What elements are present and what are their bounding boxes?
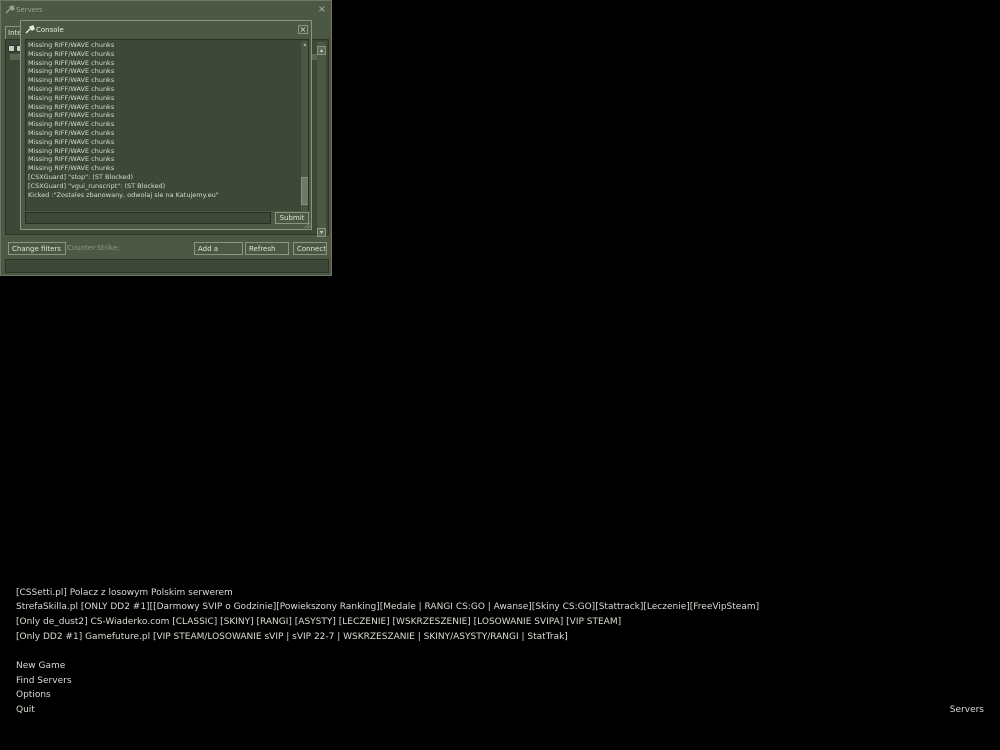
console-line: [CSXGuard] "vgui_runscript": (ST Blocked… [28, 181, 166, 190]
steam-wrench-icon [5, 5, 15, 14]
server-list-scrollbar[interactable]: ▴ ▾ [317, 42, 326, 237]
console-line: Kicked :"Zostales zbanowany, odwolaj sie… [28, 190, 219, 199]
console-line: [CSXGuard] "stop": (ST Blocked) [28, 172, 134, 181]
lock-column-icon [8, 45, 15, 52]
close-icon[interactable]: × [318, 1, 326, 19]
resize-grip-icon[interactable] [304, 222, 310, 228]
quick-server-link-1[interactable]: [CSSetti.pl] Polacz z losowym Polskim se… [16, 587, 233, 599]
change-filters-button[interactable]: Change filters [8, 242, 66, 255]
filter-summary: Counter-Strike; [67, 244, 120, 252]
menu-options[interactable]: Options [16, 689, 51, 701]
servers-title-bar[interactable]: Servers × [1, 1, 331, 19]
console-lines: Missing RIFF/WAVE chunks Missing RIFF/WAV… [28, 41, 296, 199]
console-output[interactable]: Missing RIFF/WAVE chunks Missing RIFF/WAV… [25, 39, 309, 227]
console-scrollbar[interactable]: ▴ ▾ [301, 41, 308, 226]
scroll-up-icon[interactable]: ▴ [317, 46, 326, 55]
menu-find-servers[interactable]: Find Servers [16, 675, 72, 687]
console-line: Missing RIFF/WAVE chunks [28, 49, 115, 58]
refresh-button[interactable]: Refresh [245, 242, 289, 255]
menu-new-game[interactable]: New Game [16, 660, 65, 672]
console-line: Missing RIFF/WAVE chunks [28, 84, 115, 93]
console-line: Missing RIFF/WAVE chunks [28, 41, 115, 49]
console-line: Missing RIFF/WAVE chunks [28, 137, 115, 146]
console-line: Missing RIFF/WAVE chunks [28, 120, 115, 129]
servers-title: Servers [16, 6, 43, 14]
console-title: Console [36, 26, 64, 34]
console-command-input[interactable] [25, 212, 271, 224]
console-title-bar[interactable]: Console × [21, 21, 311, 39]
scroll-down-icon[interactable]: ▾ [317, 228, 326, 237]
close-icon[interactable]: × [298, 25, 308, 34]
console-line: Missing RIFF/WAVE chunks [28, 67, 115, 76]
quick-server-link-3[interactable]: [Only de_dust2] CS-Wiaderko.com [CLASSIC… [16, 616, 621, 628]
steam-wrench-icon [25, 25, 35, 34]
menu-quit[interactable]: Quit [16, 704, 35, 716]
console-window: Console × Missing RIFF/WAVE chunks Missin… [20, 20, 312, 230]
quick-server-link-4[interactable]: [Only DD2 #1] Gamefuture.pl [VIP STEAM/L… [16, 631, 568, 643]
add-server-button[interactable]: Add a Server [194, 242, 243, 266]
arrow-up-icon[interactable]: ▴ [301, 41, 308, 49]
console-line: Missing RIFF/WAVE chunks [28, 155, 115, 164]
console-line: Missing RIFF/WAVE chunks [28, 76, 115, 85]
connect-button[interactable]: Connect [293, 242, 327, 255]
console-line: Missing RIFF/WAVE chunks [28, 58, 115, 67]
quick-server-link-2[interactable]: StrefaSkilla.pl [ONLY DD2 #1][[Darmowy S… [16, 601, 759, 613]
scroll-thumb[interactable] [301, 177, 308, 205]
console-line: Missing RIFF/WAVE chunks [28, 164, 115, 173]
console-line: Missing RIFF/WAVE chunks [28, 93, 115, 102]
console-line: Missing RIFF/WAVE chunks [28, 128, 115, 137]
taskbar-servers-button[interactable]: Servers [950, 704, 984, 716]
console-line: Missing RIFF/WAVE chunks [28, 111, 115, 120]
status-bar [5, 259, 329, 273]
console-line: Missing RIFF/WAVE chunks [28, 146, 115, 155]
console-command-row: Submit [21, 211, 311, 229]
console-line: Missing RIFF/WAVE chunks [28, 102, 115, 111]
